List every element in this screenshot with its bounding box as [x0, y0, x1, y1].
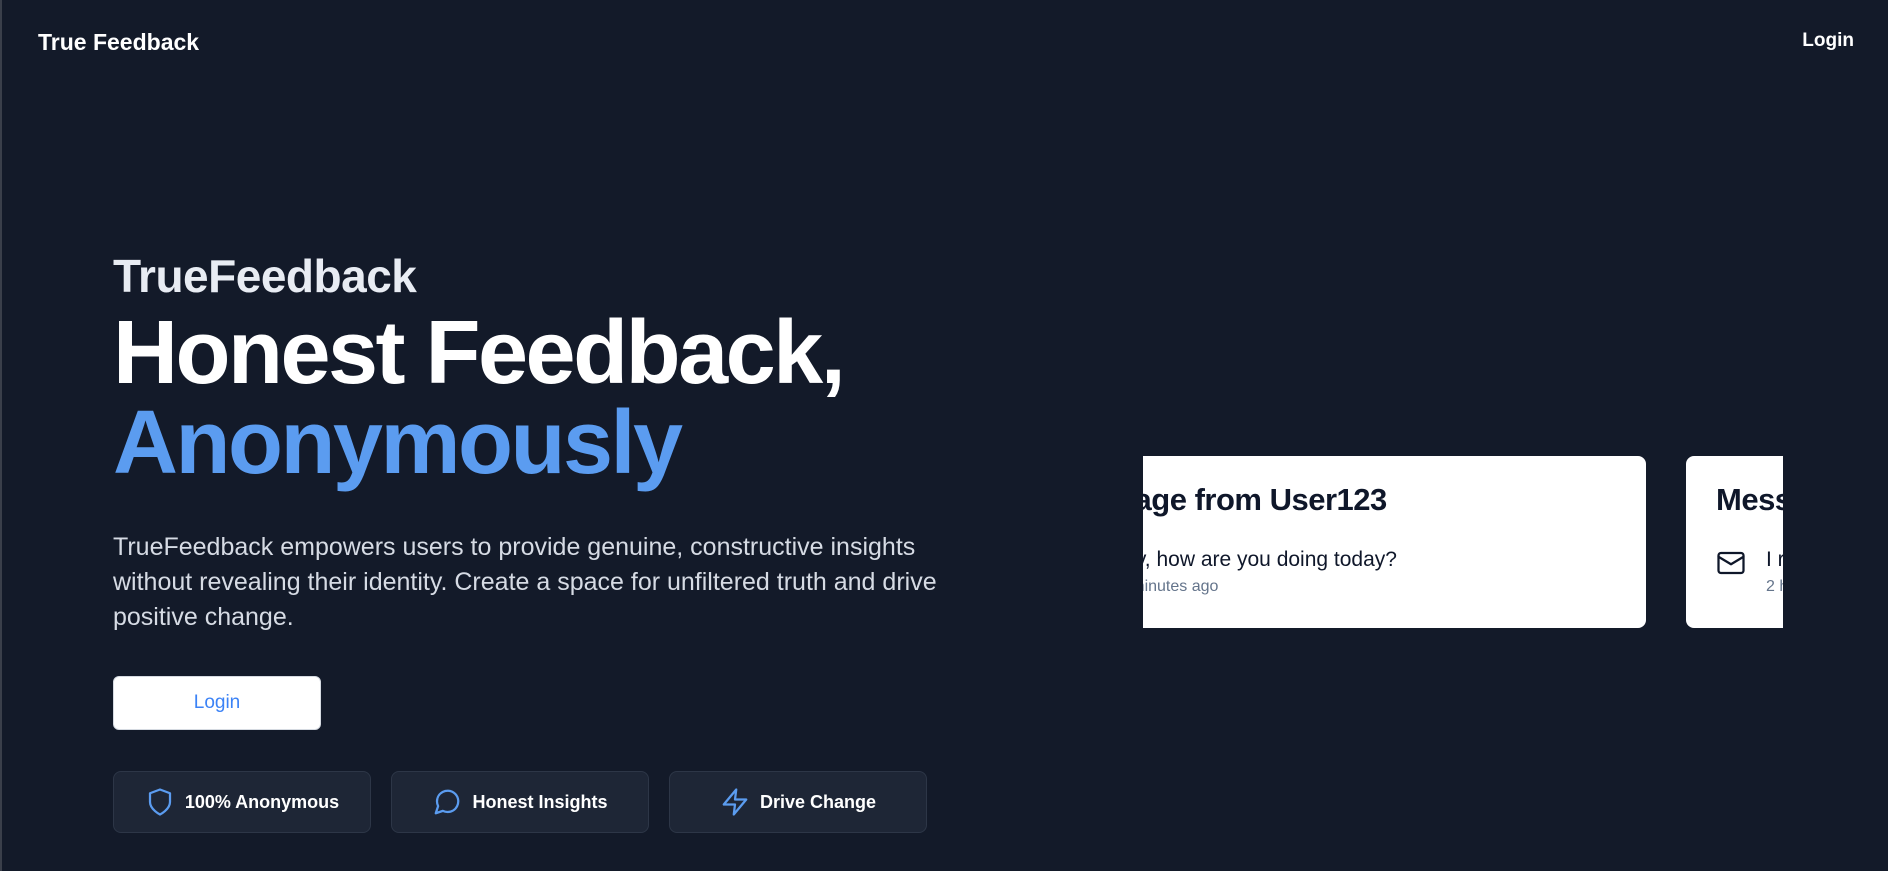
- message-card-title: Message from SecretAdmirer: [1716, 482, 1783, 517]
- hero-section: TrueFeedback Honest Feedback, Anonymousl…: [113, 250, 973, 635]
- hero-login-button[interactable]: Login: [113, 676, 321, 730]
- message-card-title: Message from User123: [1143, 482, 1387, 517]
- feature-label: 100% Anonymous: [184, 791, 340, 812]
- navbar: True Feedback Login: [0, 0, 1888, 86]
- landing-page: True Feedback Login TrueFeedback Honest …: [0, 0, 1888, 871]
- message-card-time: 10 minutes ago: [1143, 578, 1219, 595]
- feature-label: Honest Insights: [472, 791, 608, 812]
- feature-badges: 100% Anonymous Honest Insights Drive Cha…: [113, 771, 927, 833]
- message-card: Message from User123 Hey, how are you do…: [1143, 456, 1646, 628]
- hero-title-line1: Honest Feedback,: [113, 303, 846, 403]
- hero-eyebrow: TrueFeedback: [113, 250, 417, 302]
- nav-login-link[interactable]: Login: [1802, 30, 1854, 52]
- message-circle-icon: [435, 789, 460, 815]
- window-frame-edge: [0, 0, 2, 871]
- message-card-time: 2 hours ago: [1766, 578, 1783, 595]
- feature-change: Drive Change: [669, 771, 927, 833]
- feature-insights: Honest Insights: [391, 771, 649, 833]
- feature-label: Drive Change: [759, 791, 877, 812]
- message-card: Message from SecretAdmirer I really like…: [1686, 456, 1783, 628]
- message-card-text: I really liked your recent post!: [1766, 548, 1783, 571]
- hero-title: Honest Feedback, Anonymously: [113, 308, 973, 488]
- shield-icon: [148, 788, 171, 816]
- feature-anonymous: 100% Anonymous: [113, 771, 371, 833]
- brand-logo-text[interactable]: True Feedback: [38, 29, 199, 56]
- zap-icon: [722, 788, 748, 816]
- hero-title-accent: Anonymously: [113, 393, 683, 493]
- message-card-text: Hey, how are you doing today?: [1143, 548, 1397, 571]
- mail-icon: [1717, 551, 1745, 575]
- hero-description: TrueFeedback empowers users to provide g…: [113, 533, 937, 631]
- messages-carousel[interactable]: Message from User123 Hey, how are you do…: [1143, 456, 1783, 628]
